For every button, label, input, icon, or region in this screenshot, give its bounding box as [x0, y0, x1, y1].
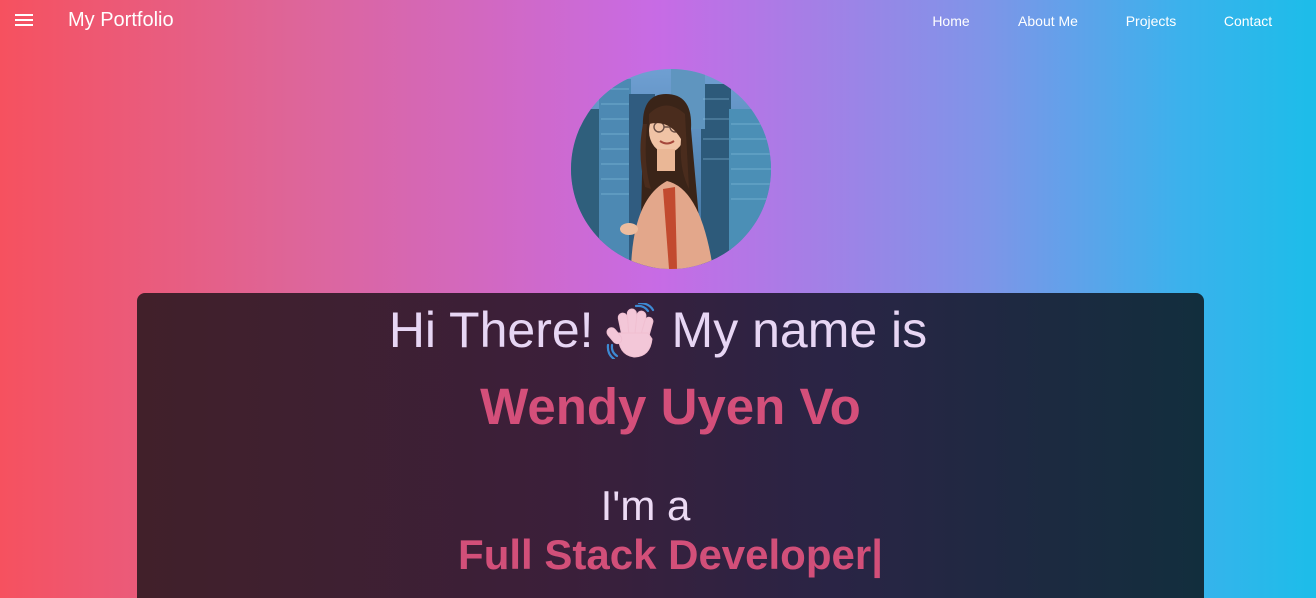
nav-link-contact[interactable]: Contact	[1224, 13, 1272, 29]
greeting-text: Hi There!	[388, 302, 594, 358]
navbar: My Portfolio Home About Me Projects Cont…	[0, 0, 1316, 44]
profile-photo	[571, 69, 771, 269]
greeting-line: Hi There! My name is	[0, 299, 1316, 362]
waving-hand-icon	[606, 301, 658, 360]
hero-name: Wendy Uyen Vo	[480, 378, 861, 435]
nav-links: Home About Me Projects Contact	[0, 13, 1316, 33]
nav-link-projects[interactable]: Projects	[1126, 13, 1177, 29]
intro-text: I'm a	[600, 482, 691, 529]
avatar	[571, 69, 771, 269]
greeting-text-2: My name is	[671, 302, 928, 358]
nav-link-about-me[interactable]: About Me	[1018, 13, 1078, 29]
nav-link-home[interactable]: Home	[932, 13, 969, 29]
role-typewriter: Full Stack Developer|	[458, 531, 883, 578]
